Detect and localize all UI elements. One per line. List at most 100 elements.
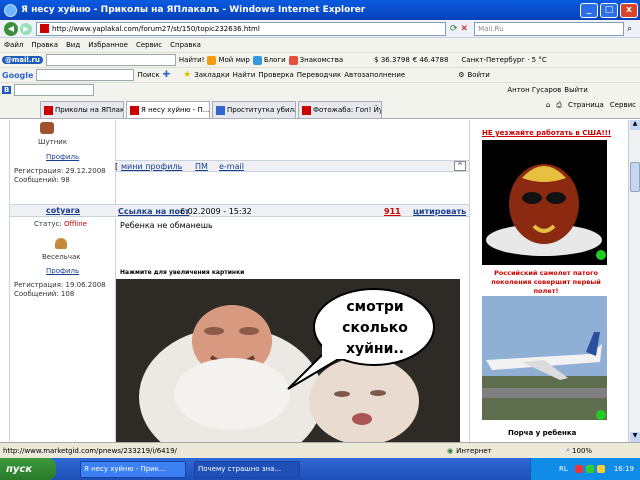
user-name: Антон Гусаров [507,86,562,94]
zoom-level[interactable]: 100% [572,447,592,455]
find-button[interactable]: Найти [233,71,256,79]
tab-4[interactable]: Фотожаба: Гоп! Йух... [298,101,382,118]
close-button[interactable]: x [620,2,638,18]
taskbar: пуск Я несу хуйню - Прик... Почему страш… [0,458,640,480]
email-link[interactable]: e-mail [219,162,244,171]
status-url: http://www.marketgid.com/pnews/233219/i/… [3,446,177,455]
ad-plane-drawing [482,296,607,420]
user2-profile-link[interactable]: Профиль [46,267,79,275]
post2-rating[interactable]: 911 [384,207,401,216]
blogs-icon [252,55,262,65]
forward-icon[interactable]: ▶ [20,22,32,35]
window-title: Я несу хуйню - Приколы на ЯПлакалъ - Win… [21,5,366,15]
refresh-icon[interactable]: ⟳ [450,24,458,34]
green-dot-2 [596,410,606,420]
google-search-input[interactable] [36,69,135,81]
post-image[interactable]: смотри сколько хуйни.. [116,279,460,442]
tab-label: Я несу хуйню - П... [141,106,210,114]
task-label-1: Я несу хуйню - Прик... [84,465,166,473]
start-label: пуск [6,463,33,475]
tray-icon-2[interactable] [585,465,594,473]
google-logo[interactable]: Google [2,71,33,80]
google-search-button[interactable]: Поиск [137,71,159,79]
zone-label: Интернет [456,446,492,455]
scroll-top-icon[interactable]: ^ [454,161,466,171]
mailru-search-input[interactable] [45,54,176,66]
ad-plane-image[interactable] [482,296,607,420]
login-button[interactable]: Войти [467,71,489,79]
page-menu[interactable]: Страница [568,101,604,110]
tab-2[interactable]: Я несу хуйню - П... [126,101,210,118]
dating-item[interactable]: Знакомства [288,55,343,65]
scroll-up-arrow[interactable]: ▲ [630,120,640,130]
user-toolbar-input[interactable] [14,84,95,96]
user1-profile-link[interactable]: Профиль [46,153,79,161]
user2-name[interactable]: cotyara [46,206,80,215]
weather[interactable]: Санкт-Петербург · 5 °С [461,56,546,64]
home-icon[interactable]: ⌂ [546,101,550,110]
eur-rate: € 46.4788 [412,56,449,64]
search-icon[interactable]: ⌕ [627,24,632,34]
tray-icon-1[interactable] [574,465,583,473]
moy-mir-item[interactable]: Мой мир [207,55,250,65]
pm-link[interactable]: ПМ [195,162,208,171]
print-icon[interactable]: ⎙ [556,101,562,110]
post2-body: Ребенка не обманешь Нажмите для увеличен… [115,218,470,442]
bubble-text: смотри сколько хуйни.. [322,297,428,360]
minimize-button[interactable]: _ [580,2,598,18]
scroll-thumb[interactable] [630,162,640,192]
bookmarks-button[interactable]: Закладки [194,71,229,79]
tab-3[interactable]: Проститутка убила ... [212,101,296,118]
stop-icon[interactable]: ✕ [461,24,469,34]
toolbar-b-icon[interactable]: B [2,86,12,94]
ad-bottom-title[interactable]: Порча у ребенка [508,429,576,437]
service-menu[interactable]: Сервис [610,101,636,110]
tab-label: Приколы на ЯПлакалъ ... [55,106,124,114]
tab-1[interactable]: Приколы на ЯПлакалъ ... [40,101,124,118]
language-indicator[interactable]: RL [559,465,568,473]
address-input[interactable]: http://www.yaplakal.com/forum27/st/150/t… [36,21,446,36]
task-button-2[interactable]: Почему страшно зна... [194,460,300,478]
maximize-button[interactable]: □ [600,2,618,18]
plus-icon[interactable]: ✚ [163,70,171,80]
spellcheck-button[interactable]: Проверка [258,71,293,79]
menu-favorites[interactable]: Избранное [88,41,128,49]
logout-button[interactable]: Выйти [564,86,588,94]
start-button[interactable]: пуск [0,458,56,480]
star-icon[interactable]: ★ [183,70,191,80]
task-button-1[interactable]: Я несу хуйню - Прик... [80,460,186,478]
tray-icon-3[interactable] [596,465,605,473]
quote-link[interactable]: цитировать [413,207,466,216]
mailru-find-button[interactable]: Найти! [179,56,205,64]
status-value: Offline [64,220,87,228]
mailru-logo[interactable]: @mail.ru [2,56,43,64]
ad-face-image[interactable] [482,140,607,265]
tab-bar: Приколы на ЯПлакалъ ... Я несу хуйню - П… [0,97,640,119]
menu-help[interactable]: Справка [170,41,201,49]
title-bar[interactable]: Я несу хуйню - Приколы на ЯПлакалъ - Win… [0,0,640,20]
search-input[interactable]: Mail.Ru [474,21,625,36]
globe-icon: ◉ [447,446,454,455]
menu-file[interactable]: Файл [4,41,23,49]
back-icon[interactable]: ◀ [4,21,18,36]
user1-rank: Шутник [38,138,68,146]
ad-caption[interactable]: Российский самолет патого поколения сове… [482,269,610,296]
menu-edit[interactable]: Правка [31,41,58,49]
zoom-icon[interactable]: ⌕ [566,446,570,455]
bubble-line-3: хуйни.. [345,341,405,357]
wrench-icon[interactable]: ⚙ [458,71,464,79]
moy-mir-label: Мой мир [218,56,250,64]
blogs-item[interactable]: Блоги [252,55,286,65]
mini-profile-link[interactable]: мини профиль [121,162,182,171]
ie-icon [4,3,17,17]
menu-view[interactable]: Вид [66,41,80,49]
autofill-button[interactable]: Автозаполнение [344,71,405,79]
ad-title[interactable]: НЕ уезжайте работать в США!!! [482,129,611,137]
translate-button[interactable]: Переводчик [297,71,341,79]
vertical-scrollbar[interactable]: ▲ ▼ [628,120,640,442]
scroll-down-arrow[interactable]: ▼ [630,432,640,442]
post2-link[interactable]: Ссылка на пост [118,207,189,216]
menu-tools[interactable]: Сервис [136,41,162,49]
bracket: [ [115,162,119,171]
status-label: Статус: [34,220,62,228]
